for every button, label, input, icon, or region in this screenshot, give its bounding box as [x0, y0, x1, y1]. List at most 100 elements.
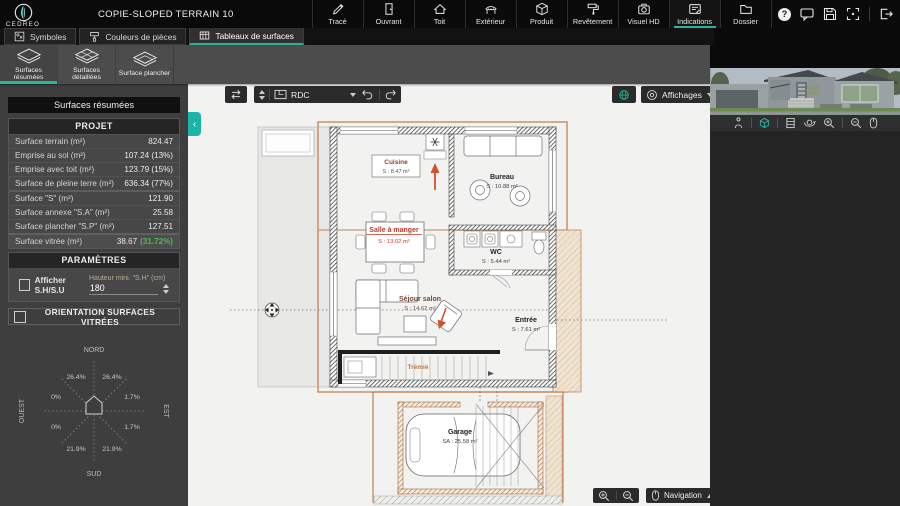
display-eye-icon	[647, 89, 657, 100]
redo-button[interactable]	[384, 89, 397, 100]
north-arrow	[430, 163, 440, 190]
menu-ouvrant[interactable]: Ouvrant	[362, 0, 414, 28]
help-button[interactable]: ?	[778, 7, 791, 21]
compass-west-label: OUEST	[19, 398, 26, 423]
door-gap	[490, 270, 512, 275]
subtab-surfaces-detaillees[interactable]: Surfaces détaillées	[58, 45, 116, 84]
project-panel: PROJET Surface terrain (m²) 824.47 Empris…	[8, 118, 180, 249]
surface-subtabs: Surfaces résumées Surfaces détaillées Su…	[0, 45, 710, 84]
svg-text:SA : 25.58 m²: SA : 25.58 m²	[442, 439, 477, 445]
hauteur-min-stepper[interactable]	[163, 284, 169, 294]
3d-preview[interactable]	[710, 68, 900, 115]
pencil-icon	[332, 3, 344, 15]
preview-zoom-out-button[interactable]	[850, 117, 862, 129]
affichages-dropdown[interactable]: Affichages	[641, 86, 710, 103]
svg-text:Garage: Garage	[448, 429, 472, 436]
menu-trace[interactable]: Tracé	[311, 0, 363, 28]
navigation-dropdown[interactable]: Navigation	[646, 488, 710, 503]
garage[interactable]	[372, 387, 564, 505]
center-view-button[interactable]	[846, 7, 860, 21]
paint-brush-icon	[90, 32, 100, 42]
parameters-header: PARAMÈTRES	[9, 253, 179, 268]
floor-selector[interactable]: RDC	[254, 86, 361, 103]
wc-fixtures[interactable]	[463, 230, 547, 255]
menu-produit[interactable]: Produit	[515, 0, 567, 28]
cedreo-logo-icon	[14, 3, 32, 21]
menu-revetement[interactable]: Revêtement	[566, 0, 618, 28]
menu-dossier[interactable]: Dossier	[719, 0, 772, 28]
svg-text:0%: 0%	[51, 424, 61, 431]
floor-plan-icon	[274, 89, 287, 100]
table-grid-icon	[200, 31, 210, 40]
compass-north-label: NORD	[84, 347, 105, 354]
paint-roller-icon	[587, 3, 599, 15]
floor-stepper[interactable]	[259, 89, 265, 100]
feedback-button[interactable]	[800, 7, 814, 21]
surface-row: Emprise au sol (m²) 107.24 (13%)	[9, 148, 179, 162]
afficher-shsu-checkbox[interactable]	[19, 279, 30, 291]
vitree-percent: (31.72%)	[140, 237, 173, 246]
preview-toolbar	[710, 115, 900, 131]
tab-couleurs-de-pieces[interactable]: Couleurs de pièces	[79, 28, 187, 45]
living-room-furniture[interactable]	[355, 279, 463, 346]
preview-zoom-in-button[interactable]	[823, 117, 835, 129]
window-actions: ?	[778, 0, 894, 28]
camera-icon	[637, 3, 650, 15]
menu-exterieur[interactable]: Extérieur	[464, 0, 516, 28]
surface-vitree-row: Surface vitrée (m²) 38.67 (31.72%)	[9, 233, 179, 248]
walkthrough-button[interactable]	[733, 117, 744, 129]
svg-text:26.4%: 26.4%	[102, 374, 121, 381]
door-icon	[385, 3, 393, 15]
menu-indications[interactable]: Indications	[668, 0, 720, 28]
subtab-surfaces-resumees[interactable]: Surfaces résumées	[0, 45, 58, 84]
menu-visuel-hd[interactable]: Visuel HD	[617, 0, 669, 28]
hauteur-min-input[interactable]	[89, 283, 158, 295]
svg-text:26.4%: 26.4%	[66, 374, 85, 381]
connection-dashes	[479, 387, 498, 402]
car[interactable]	[405, 413, 521, 477]
preview-mouse-button[interactable]	[869, 117, 878, 129]
sync-view-button[interactable]	[225, 86, 247, 103]
floor-plan-canvas[interactable]: Cuisine S : 8.47 m² Bureau S : 10.88 m² …	[188, 84, 710, 506]
svg-text:21.9%: 21.9%	[66, 446, 85, 453]
iso-surfaces-icon	[16, 48, 41, 64]
3d-view-button[interactable]	[759, 117, 770, 129]
zoom-in-button[interactable]	[598, 490, 610, 502]
stepper-down-icon[interactable]	[163, 290, 169, 294]
sun-position-button[interactable]	[612, 86, 636, 103]
compass-house-icon	[85, 395, 103, 415]
terrace-deck[interactable]	[257, 126, 331, 388]
stepper-up-icon[interactable]	[163, 284, 169, 288]
bureau-furniture[interactable]	[463, 135, 543, 207]
room-label-wc[interactable]: WC S : 5.44 m²	[482, 249, 510, 265]
exit-button[interactable]	[879, 7, 894, 21]
orbit-button[interactable]	[803, 117, 816, 129]
floors-button[interactable]	[785, 117, 796, 129]
orientation-compass: NORD SUD OUEST EST 26.4% 26.4% 0% 1.7% 0…	[19, 347, 169, 478]
zoom-controls	[593, 488, 639, 503]
room-label-sejour[interactable]: Séjour salon S : 14.62 m²	[399, 296, 441, 312]
floor-selector-value: RDC	[291, 89, 310, 100]
tab-symboles[interactable]: Symboles	[4, 28, 77, 45]
save-button[interactable]	[823, 7, 837, 21]
sidebar-title: Surfaces résumées	[8, 97, 180, 113]
exterior-walls	[329, 126, 557, 388]
room-label-tremie[interactable]: Trémie	[408, 364, 429, 371]
move-handle[interactable]	[264, 302, 280, 318]
room-label-entree[interactable]: Entrée S : 7.61 m²	[512, 317, 540, 333]
document-title: COPIE-SLOPED TERRAIN 10	[98, 8, 234, 20]
undo-button[interactable]	[361, 89, 374, 100]
roof-icon	[433, 3, 446, 14]
subtab-surface-plancher[interactable]: Surface plancher	[116, 45, 174, 84]
surface-row: Surface plancher "S.P" (m²) 127.51	[9, 219, 179, 233]
orientation-checkbox[interactable]	[14, 310, 26, 323]
project-header: PROJET	[9, 119, 179, 134]
undo-redo-group	[357, 86, 401, 103]
room-label-bureau[interactable]: Bureau S : 10.88 m²	[486, 174, 518, 190]
sidebar-collapse-button[interactable]: ‹	[188, 112, 201, 136]
app-logo[interactable]: CEDREO	[0, 1, 46, 28]
tab-tableaux-de-surfaces[interactable]: Tableaux de surfaces	[189, 27, 304, 45]
menu-toit[interactable]: Toit	[413, 0, 465, 28]
iso-floor-icon	[132, 51, 157, 67]
zoom-out-button[interactable]	[622, 490, 634, 502]
